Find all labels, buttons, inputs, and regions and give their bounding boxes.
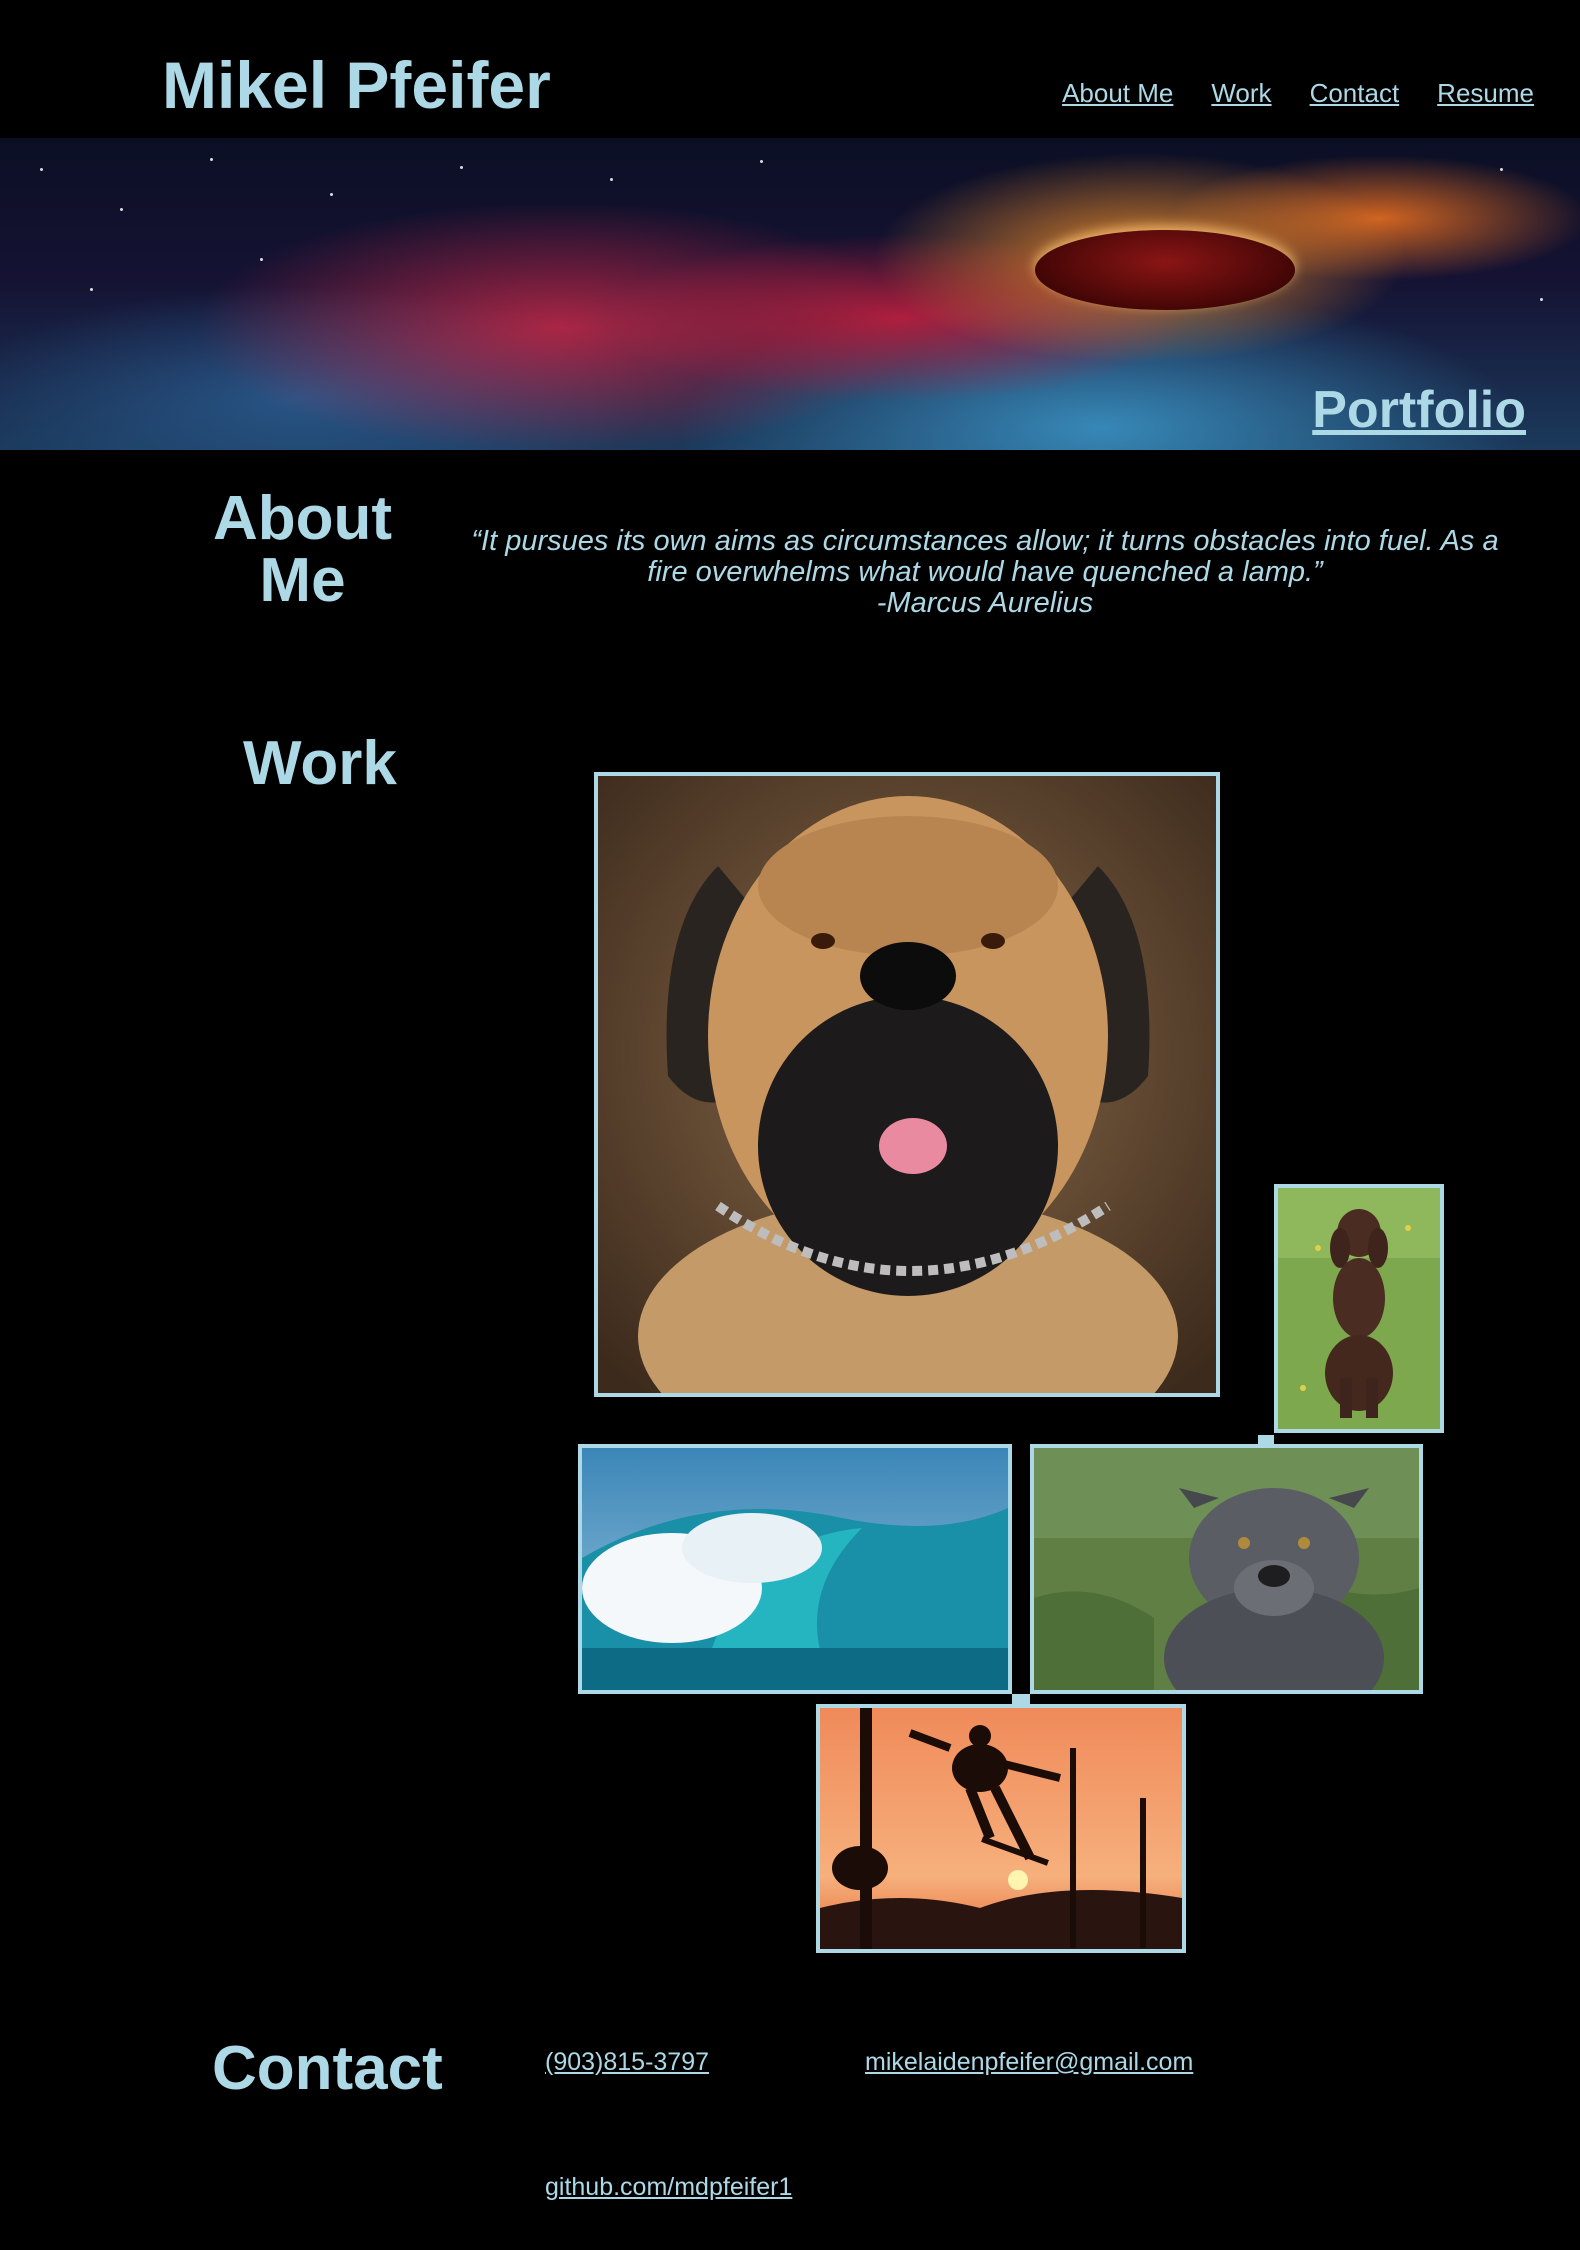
nav-link-contact[interactable]: Contact: [1310, 80, 1400, 106]
work-image-pitbull[interactable]: [1030, 1444, 1423, 1694]
nav-link-work[interactable]: Work: [1211, 80, 1271, 106]
work-image-poodle[interactable]: [1274, 1184, 1444, 1433]
quote-line: “It pursues its own aims as circumstance…: [471, 525, 1499, 557]
star: [460, 166, 463, 169]
page: Mikel Pfeifer About Me Work Contact Resu…: [0, 0, 1580, 2250]
site-header: Mikel Pfeifer About Me Work Contact Resu…: [0, 0, 1580, 138]
star: [210, 158, 213, 161]
hero-banner: Portfolio: [0, 138, 1580, 450]
contact-heading: Contact: [212, 2034, 443, 2103]
main-nav: About Me Work Contact Resume: [1062, 80, 1534, 106]
about-quote: “It pursues its own aims as circumstance…: [420, 526, 1550, 619]
nav-link-resume[interactable]: Resume: [1437, 80, 1534, 106]
mastiff-photo: [598, 776, 1216, 1393]
star: [1540, 298, 1543, 301]
work-heading: Work: [243, 729, 397, 798]
work-image-skater[interactable]: [816, 1704, 1186, 1953]
about-heading: About Me: [212, 484, 393, 615]
star: [610, 178, 613, 181]
hero-title[interactable]: Portfolio: [1312, 384, 1526, 436]
star: [1500, 168, 1503, 171]
work-image-mastiff[interactable]: [594, 772, 1220, 1397]
star: [40, 168, 43, 171]
star: [330, 193, 333, 196]
quote-author: -Marcus Aurelius: [876, 587, 1094, 619]
site-name: Mikel Pfeifer: [162, 48, 551, 122]
tile-connector: [1012, 1694, 1030, 1704]
phone-link[interactable]: (903)815-3797: [545, 2050, 709, 2075]
planet-graphic: [1035, 230, 1295, 310]
poodle-photo: [1278, 1188, 1440, 1429]
wave-photo: [582, 1448, 1008, 1690]
star: [90, 288, 93, 291]
github-link[interactable]: github.com/mdpfeifer1: [545, 2175, 792, 2200]
quote-line: fire overwhelms what would have quenched…: [647, 556, 1323, 588]
skater-photo: [820, 1708, 1182, 1949]
star: [760, 160, 763, 163]
pitbull-photo: [1034, 1448, 1419, 1690]
email-link[interactable]: mikelaidenpfeifer@gmail.com: [865, 2050, 1193, 2075]
nav-link-about-me[interactable]: About Me: [1062, 80, 1173, 106]
star: [260, 258, 263, 261]
work-image-wave[interactable]: [578, 1444, 1012, 1694]
star: [120, 208, 123, 211]
